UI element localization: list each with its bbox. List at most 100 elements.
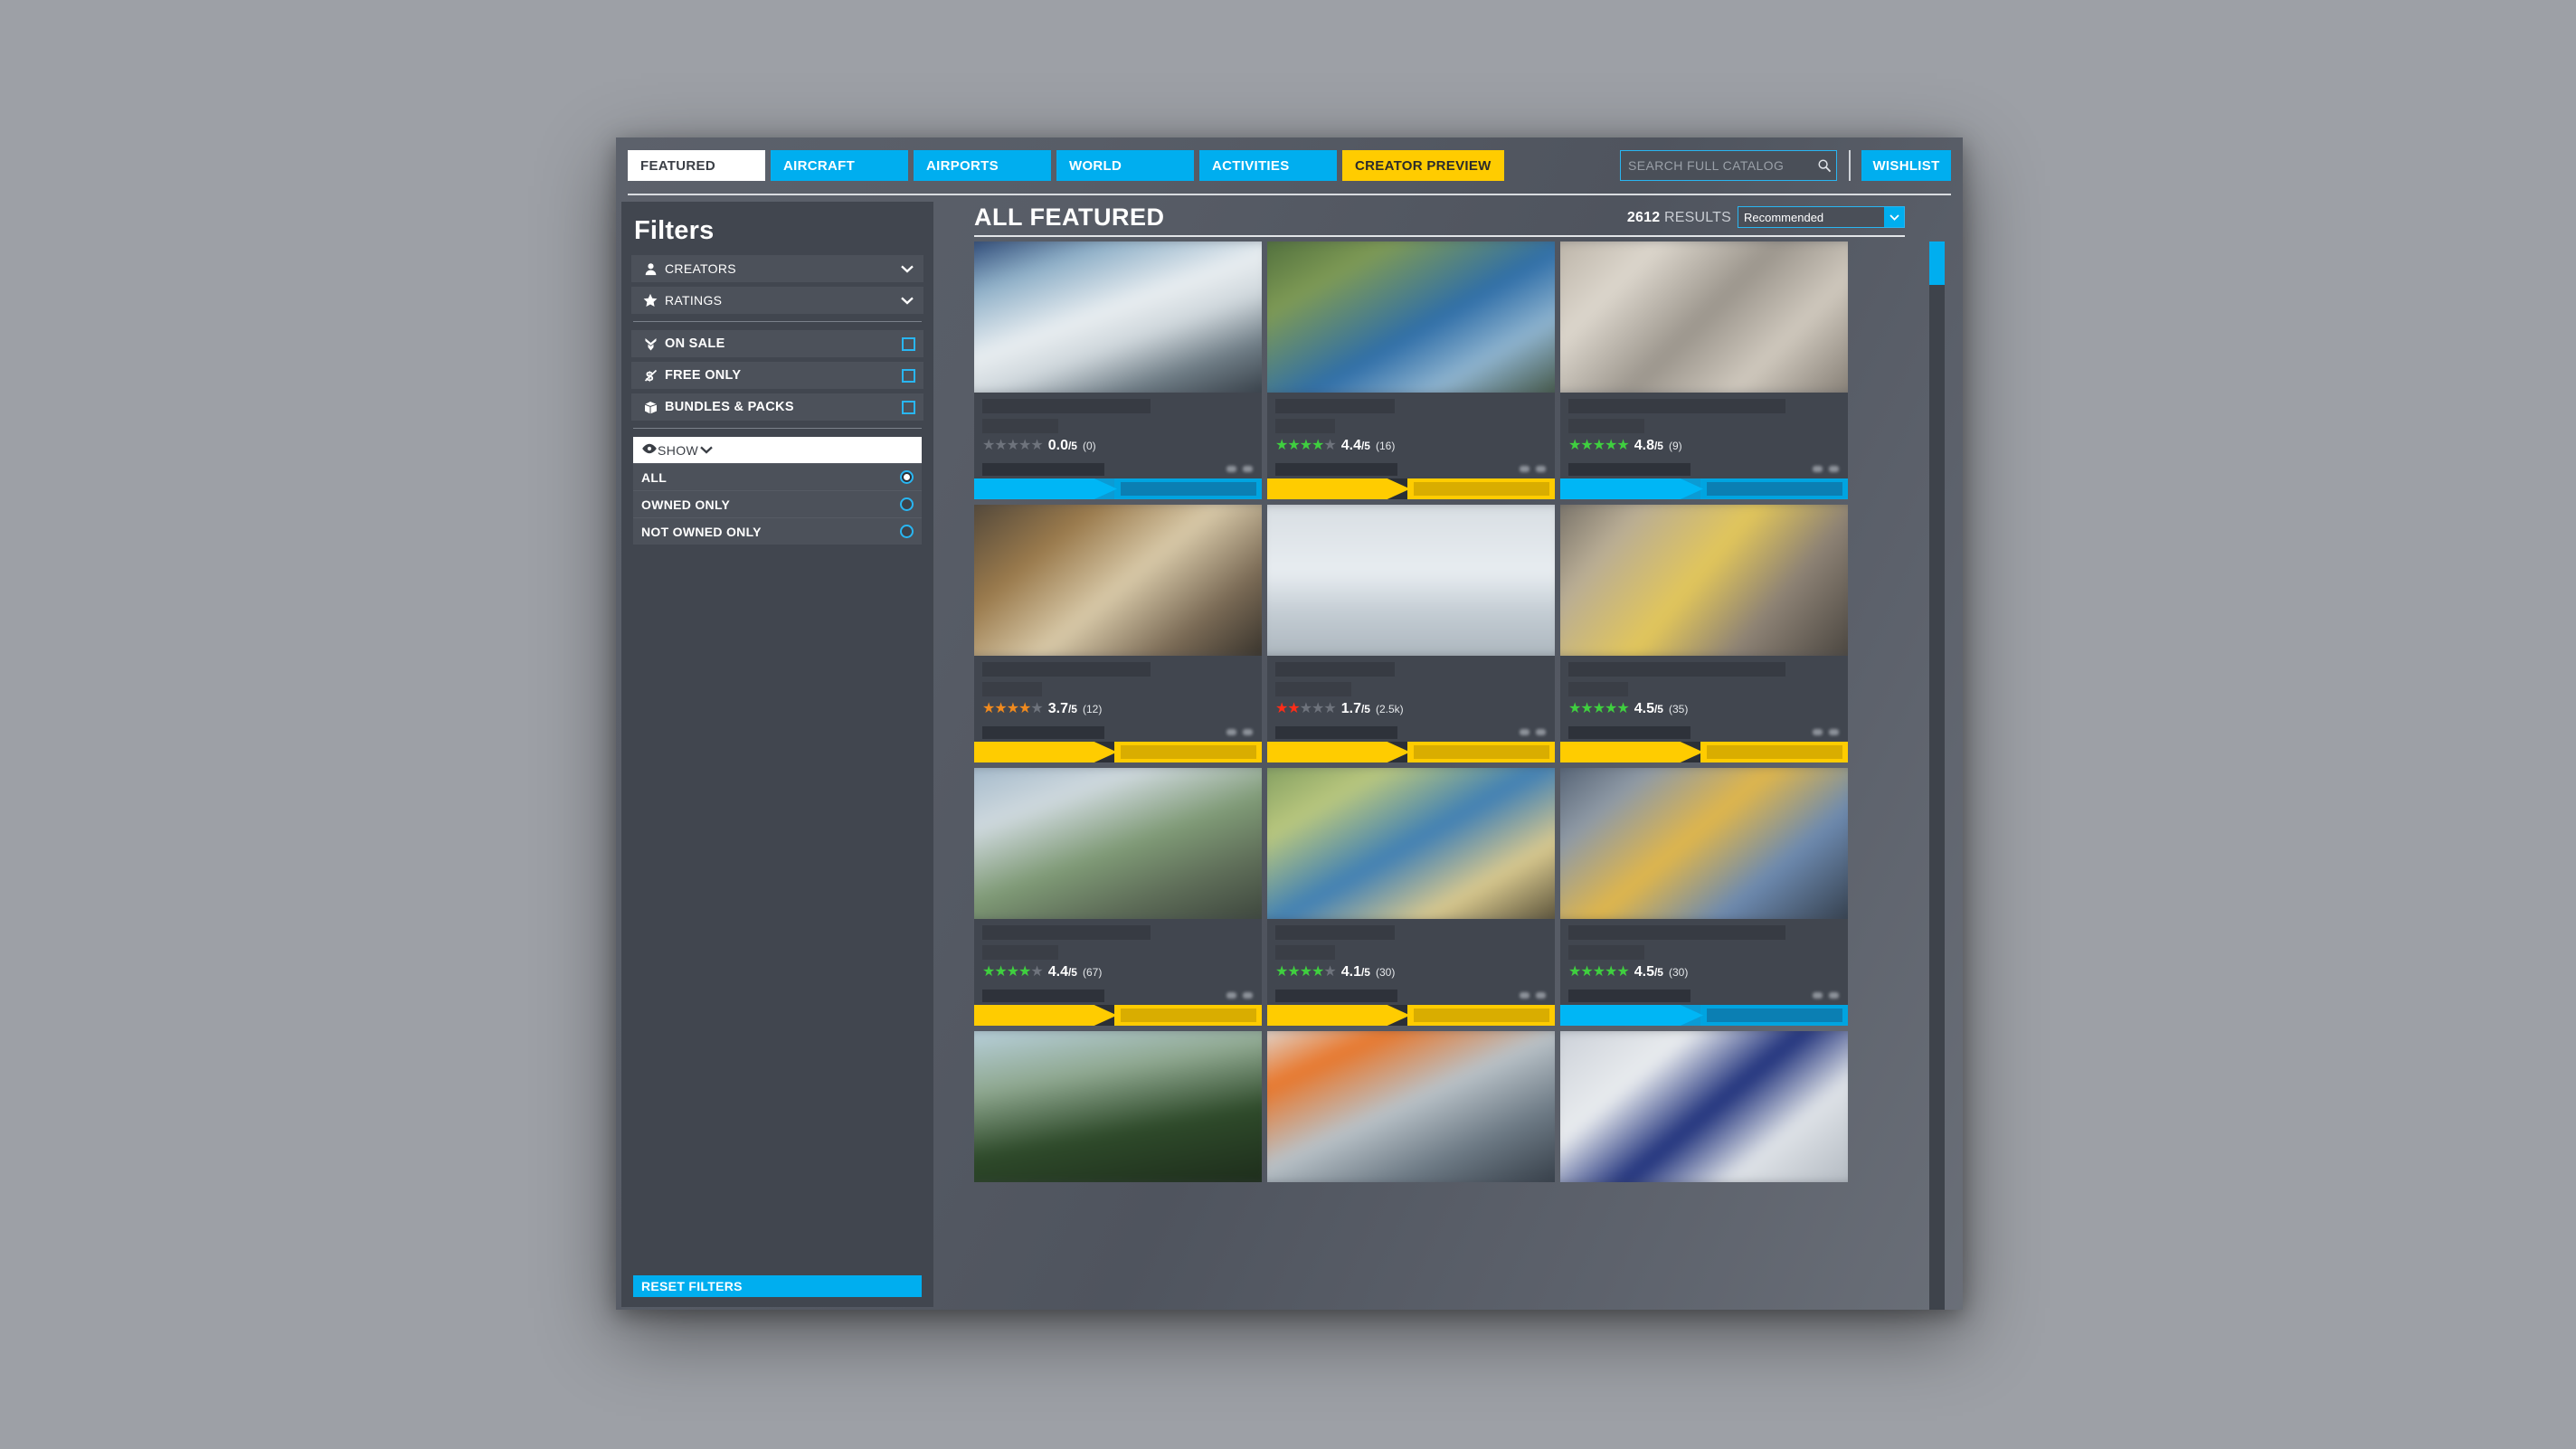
nav-tab-activities[interactable]: ACTIVITIES: [1199, 150, 1337, 181]
scrollbar-thumb[interactable]: [1929, 242, 1945, 285]
filter-free-only[interactable]: $ FREE ONLY: [631, 362, 923, 389]
carousel-dots[interactable]: [1226, 729, 1253, 735]
thumbnail-image: [1560, 768, 1848, 919]
carousel-dot[interactable]: [1243, 992, 1253, 999]
filter-ratings[interactable]: RATINGS: [631, 287, 923, 314]
show-option-radio[interactable]: [900, 470, 914, 484]
product-card[interactable]: [974, 1031, 1262, 1182]
product-card[interactable]: ★★★★★ 4.4/5 (67): [974, 768, 1262, 1026]
product-thumbnail: [1560, 242, 1848, 393]
product-card[interactable]: ★★★★★ 3.7/5 (12): [974, 505, 1262, 762]
filter-on-sale-checkbox[interactable]: [902, 336, 915, 351]
carousel-dots[interactable]: [1813, 466, 1839, 472]
nav-tab-airports[interactable]: AIRPORTS: [914, 150, 1051, 181]
rating-row: ★★★★★ 4.4/5 (67): [982, 964, 1254, 983]
product-action-bar[interactable]: [1560, 1005, 1848, 1026]
carousel-dot[interactable]: [1520, 466, 1530, 472]
carousel-dot[interactable]: [1536, 992, 1546, 999]
product-action-bar[interactable]: [974, 1005, 1262, 1026]
carousel-dot[interactable]: [1243, 466, 1253, 472]
carousel-dot[interactable]: [1536, 466, 1546, 472]
carousel-dot[interactable]: [1520, 992, 1530, 999]
rating-row: ★★★★★ 4.1/5 (30): [1275, 964, 1547, 983]
show-option-label: OWNED ONLY: [641, 497, 731, 512]
product-card[interactable]: ★★★★★ 4.8/5 (9): [1560, 242, 1848, 499]
carousel-dot[interactable]: [1813, 729, 1823, 735]
wishlist-button[interactable]: WISHLIST: [1861, 150, 1951, 181]
show-option-owned-only[interactable]: OWNED ONLY: [633, 490, 922, 517]
product-meta: ★★★★★ 3.7/5 (12): [974, 656, 1262, 724]
product-subtitle-placeholder: [1568, 682, 1628, 696]
product-title-placeholder: [1568, 662, 1785, 677]
search-input[interactable]: [1621, 151, 1813, 180]
product-action-bar[interactable]: [1560, 478, 1848, 499]
carousel-dot[interactable]: [1243, 729, 1253, 735]
product-action-bar[interactable]: [974, 478, 1262, 499]
rating-value: 4.5/5: [1634, 964, 1663, 980]
action-bar-arrow: [1267, 1005, 1410, 1026]
product-card[interactable]: ★★★★★ 4.1/5 (30): [1267, 768, 1555, 1026]
sort-dropdown[interactable]: Recommended: [1738, 206, 1905, 228]
filter-free-only-checkbox[interactable]: [902, 368, 915, 383]
carousel-dot[interactable]: [1226, 729, 1236, 735]
carousel-dots[interactable]: [1520, 992, 1546, 999]
filter-bundles-packs[interactable]: BUNDLES & PACKS: [631, 393, 923, 421]
product-action-bar[interactable]: [1267, 1005, 1555, 1026]
action-bar-label-placeholder: [1707, 1009, 1842, 1022]
carousel-dot[interactable]: [1829, 729, 1839, 735]
carousel-dot[interactable]: [1829, 466, 1839, 472]
carousel-dot[interactable]: [1226, 992, 1236, 999]
filter-on-sale[interactable]: ON SALE: [631, 330, 923, 357]
search-icon[interactable]: [1813, 158, 1836, 173]
show-option-radio[interactable]: [900, 525, 914, 538]
carousel-dot[interactable]: [1536, 729, 1546, 735]
rating-count: (67): [1082, 966, 1103, 979]
carousel-dot[interactable]: [1813, 466, 1823, 472]
filter-bundles-packs-checkbox[interactable]: [902, 400, 915, 414]
product-thumbnail: [1267, 768, 1555, 919]
rating-row: ★★★★★ 4.5/5 (30): [1568, 964, 1840, 983]
product-action-bar[interactable]: [1267, 742, 1555, 762]
carousel-dot[interactable]: [1813, 992, 1823, 999]
nav-tab-creator-preview[interactable]: CREATOR PREVIEW: [1342, 150, 1504, 181]
product-action-bar[interactable]: [974, 742, 1262, 762]
show-option-all[interactable]: ALL: [633, 463, 922, 490]
product-card[interactable]: ★★★★★ 4.4/5 (16): [1267, 242, 1555, 499]
filter-creators[interactable]: CREATORS: [631, 255, 923, 282]
search-box[interactable]: [1620, 150, 1837, 181]
reset-filters-button[interactable]: RESET FILTERS: [633, 1275, 922, 1297]
product-card[interactable]: ★★★★★ 4.5/5 (30): [1560, 768, 1848, 1026]
star-rating-icons: ★★★★★: [1568, 964, 1630, 980]
show-option-radio[interactable]: [900, 497, 914, 511]
carousel-dots[interactable]: [1813, 992, 1839, 999]
product-card[interactable]: ★★★★★ 0.0/5 (0): [974, 242, 1262, 499]
chevron-down-icon[interactable]: [698, 446, 715, 454]
nav-tab-aircraft[interactable]: AIRCRAFT: [771, 150, 908, 181]
chevron-down-icon[interactable]: [899, 297, 915, 305]
carousel-dot[interactable]: [1226, 466, 1236, 472]
thumbnail-image: [974, 1031, 1262, 1182]
action-bar-label-placeholder: [1414, 745, 1549, 759]
product-action-bar[interactable]: [1560, 742, 1848, 762]
scrollbar-track[interactable]: [1929, 242, 1945, 1310]
carousel-dots[interactable]: [1520, 466, 1546, 472]
carousel-dot[interactable]: [1520, 729, 1530, 735]
carousel-dots[interactable]: [1226, 466, 1253, 472]
show-dropdown-header[interactable]: SHOW: [633, 437, 922, 463]
product-card[interactable]: ★★★★★ 1.7/5 (2.5k): [1267, 505, 1555, 762]
nav-tab-world[interactable]: WORLD: [1056, 150, 1194, 181]
show-option-not-owned-only[interactable]: NOT OWNED ONLY: [633, 517, 922, 545]
show-options-list: ALL OWNED ONLY NOT OWNED ONLY: [633, 463, 922, 545]
rating-scale: /5: [1360, 703, 1370, 715]
carousel-dots[interactable]: [1226, 992, 1253, 999]
product-card[interactable]: ★★★★★ 4.5/5 (35): [1560, 505, 1848, 762]
chevron-down-icon[interactable]: [899, 265, 915, 273]
carousel-dots[interactable]: [1813, 729, 1839, 735]
carousel-dot[interactable]: [1829, 992, 1839, 999]
nav-tab-featured[interactable]: FEATURED: [628, 150, 765, 181]
product-action-bar[interactable]: [1267, 478, 1555, 499]
product-card[interactable]: [1560, 1031, 1848, 1182]
product-card[interactable]: [1267, 1031, 1555, 1182]
carousel-dots[interactable]: [1520, 729, 1546, 735]
chevron-down-icon[interactable]: [1884, 207, 1904, 227]
